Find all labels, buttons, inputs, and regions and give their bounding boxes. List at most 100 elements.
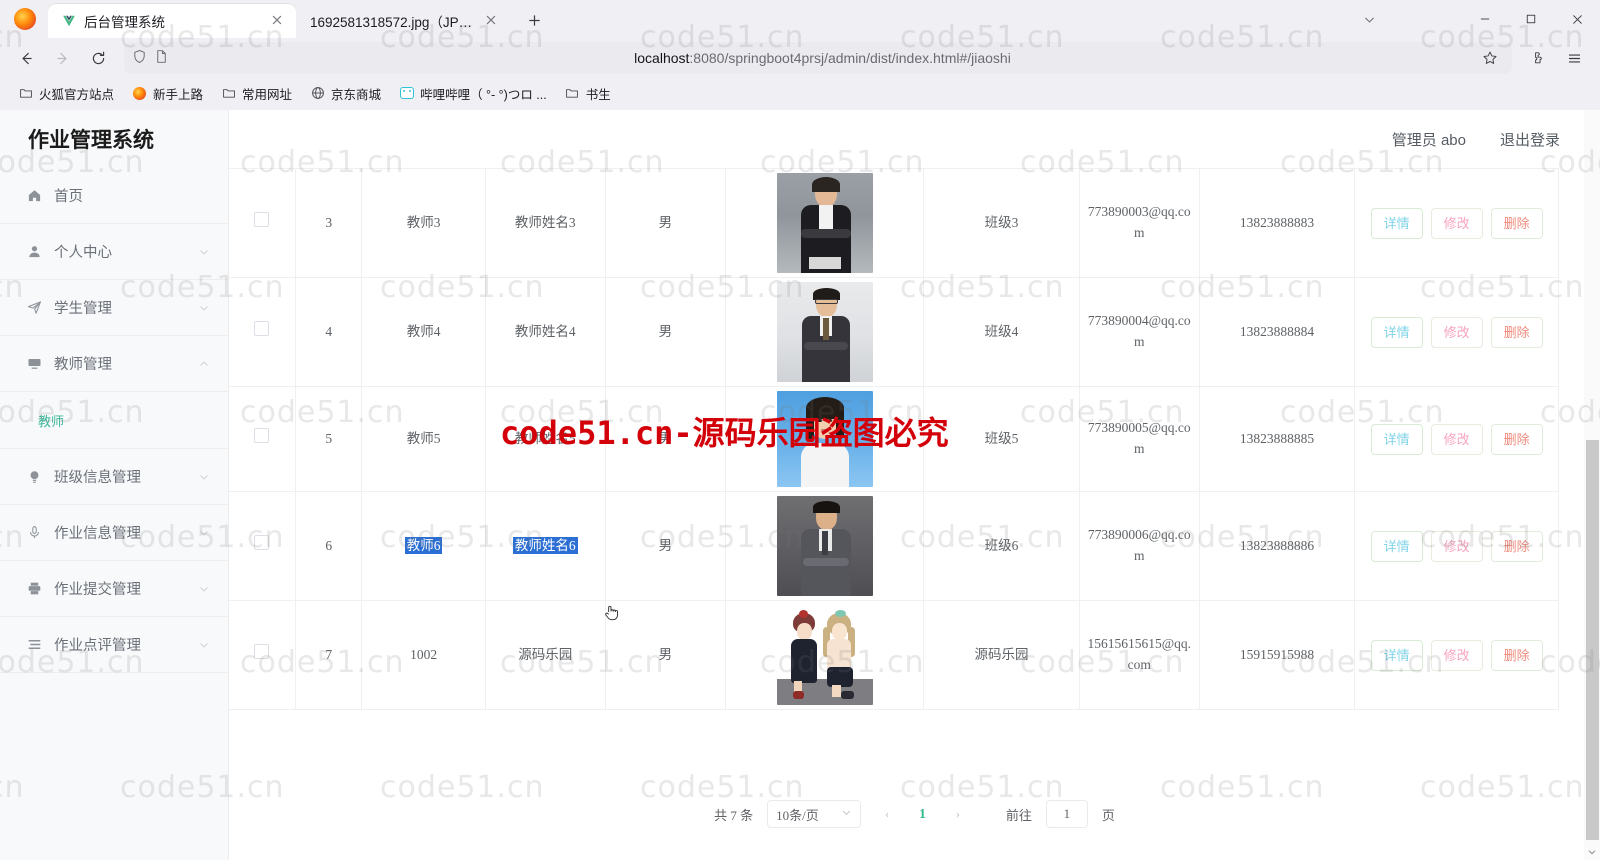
sidebar-item-homework-submit-management[interactable]: 作业提交管理 — [0, 561, 228, 617]
table-row[interactable]: 3 教师3 教师姓名3 男 班级3 773890003@qq.com 13823… — [229, 168, 1559, 278]
address-bar[interactable]: localhost:8080/springboot4prsj/admin/dis… — [124, 42, 1512, 74]
minimize-button[interactable] — [1462, 0, 1508, 38]
detail-button[interactable]: 详情 — [1370, 316, 1423, 348]
avatar-male-grey-suit-portrait — [776, 496, 873, 596]
extensions-button[interactable] — [1522, 42, 1554, 74]
url-host: localhost — [634, 50, 690, 66]
cell-photo — [725, 491, 925, 601]
bookmark-item-0[interactable]: 火狐官方站点 — [10, 81, 122, 106]
cell-photo — [725, 168, 925, 278]
cell-photo — [725, 600, 925, 710]
cell-class: 班级6 — [923, 491, 1080, 601]
page-size-select[interactable]: 10条/页 — [767, 800, 862, 828]
edit-button[interactable]: 修改 — [1430, 639, 1483, 671]
table-row[interactable]: 4 教师4 教师姓名4 男 班级4 773890004@qq.com 13823… — [229, 277, 1559, 387]
bookmark-star-icon[interactable] — [1476, 44, 1504, 72]
back-button[interactable] — [10, 42, 42, 74]
cell-gender: 男 — [605, 600, 726, 710]
row-checkbox[interactable] — [254, 644, 270, 660]
new-tab-button[interactable] — [520, 6, 548, 34]
close-window-button[interactable] — [1554, 0, 1600, 38]
sidebar-subitem-teacher[interactable]: 教师 — [0, 392, 228, 449]
sidebar-item-student-management[interactable]: 学生管理 — [0, 280, 228, 336]
edit-button[interactable]: 修改 — [1430, 530, 1483, 562]
scroll-down-button[interactable] — [1584, 843, 1600, 860]
delete-button[interactable]: 删除 — [1490, 423, 1543, 455]
cell-photo — [725, 277, 925, 387]
sidebar-item-homework-review-management[interactable]: 作业点评管理 — [0, 617, 228, 673]
edit-button[interactable]: 修改 — [1430, 207, 1483, 239]
browser-tab-2[interactable]: 1692581318572.jpg（JPEG 图像 — [296, 4, 510, 38]
row-checkbox[interactable] — [254, 212, 270, 228]
shield-icon[interactable] — [132, 49, 147, 67]
teacher-table: 3 教师3 教师姓名3 男 班级3 773890003@qq.com 13823… — [229, 168, 1559, 710]
sidebar-item-teacher-management[interactable]: 教师管理 — [0, 336, 228, 392]
app-menu-button[interactable] — [1558, 42, 1590, 74]
detail-button[interactable]: 详情 — [1370, 639, 1423, 671]
sidebar-item-label: 班级信息管理 — [54, 470, 141, 486]
edit-button[interactable]: 修改 — [1430, 423, 1483, 455]
row-checkbox[interactable] — [254, 428, 270, 444]
detail-button[interactable]: 详情 — [1370, 530, 1423, 562]
bookmark-item-1[interactable]: 新手上路 — [124, 81, 211, 106]
scrollbar-thumb[interactable] — [1586, 440, 1599, 840]
current-user-label: 管理员 abo — [1391, 131, 1466, 149]
avatar-anime-girls-illustration — [776, 605, 873, 705]
cell-actions: 详情 修改 删除 — [1354, 600, 1559, 710]
detail-button[interactable]: 详情 — [1370, 207, 1423, 239]
table-row[interactable]: 5 教师5 教师姓名5 男 班级5 773890005@qq.com 13823… — [229, 386, 1559, 492]
list-all-tabs-button[interactable] — [1346, 0, 1392, 38]
sidebar: 作业管理系统 首页 个人中心 学生管理 教师管理 教师 班级信息管理 作业信息管… — [0, 110, 229, 860]
globe-icon — [310, 86, 325, 101]
cell-class: 班级5 — [923, 386, 1080, 492]
cell-class: 班级3 — [923, 168, 1080, 278]
reload-button[interactable] — [82, 42, 114, 74]
delete-button[interactable]: 删除 — [1490, 316, 1543, 348]
table-row[interactable]: 7 1002 源码乐园 男 源码乐园 15615615615@qq.com 15… — [229, 600, 1559, 710]
cell-email: 15615615615@qq.com — [1079, 600, 1200, 710]
row-checkbox-cell[interactable] — [229, 491, 296, 601]
cell-phone: 13823888886 — [1199, 491, 1356, 601]
bookmark-item-3[interactable]: 京东商城 — [302, 81, 389, 106]
current-page-number[interactable]: 1 — [913, 806, 932, 822]
row-checkbox[interactable] — [254, 321, 270, 337]
cell-email: 773890004@qq.com — [1079, 277, 1200, 387]
sidebar-item-class-info-management[interactable]: 班级信息管理 — [0, 449, 228, 505]
goto-page-input[interactable]: 1 — [1045, 800, 1088, 828]
edit-button[interactable]: 修改 — [1430, 316, 1483, 348]
bookmark-item-4[interactable]: 哔哩哔哩（ °- °)つロ ... — [391, 81, 555, 106]
detail-button[interactable]: 详情 — [1370, 423, 1423, 455]
browser-chrome: 后台管理系统 1692581318572.jpg（JPEG 图像 — [0, 0, 1600, 110]
app-brand-title: 作业管理系统 — [28, 127, 154, 152]
row-checkbox-cell[interactable] — [229, 386, 296, 492]
logout-button[interactable]: 退出登录 — [1500, 129, 1560, 150]
delete-button[interactable]: 删除 — [1490, 207, 1543, 239]
cell-phone: 13823888885 — [1199, 386, 1356, 492]
row-checkbox-cell[interactable] — [229, 277, 296, 387]
mic-icon — [26, 525, 42, 541]
sidebar-item-homework-info-management[interactable]: 作业信息管理 — [0, 505, 228, 561]
prev-page-button[interactable]: ‹ — [875, 802, 899, 826]
table-row[interactable]: 6 教师6 教师姓名6 男 班级6 773890006@qq.com 13823… — [229, 491, 1559, 601]
forward-button[interactable] — [46, 42, 78, 74]
delete-button[interactable]: 删除 — [1490, 530, 1543, 562]
sidebar-item-home[interactable]: 首页 — [0, 168, 228, 224]
cell-account: 教师3 — [361, 168, 486, 278]
delete-button[interactable]: 删除 — [1490, 639, 1543, 671]
browser-tab-1[interactable]: 后台管理系统 — [48, 4, 296, 38]
row-checkbox-cell[interactable] — [229, 600, 296, 710]
bookmark-item-5[interactable]: 书生 — [557, 81, 619, 106]
selected-text: 教师姓名6 — [512, 536, 578, 554]
row-checkbox-cell[interactable] — [229, 168, 296, 278]
bookmark-item-2[interactable]: 常用网址 — [213, 81, 300, 106]
navigation-toolbar: localhost:8080/springboot4prsj/admin/dis… — [0, 38, 1600, 78]
close-icon[interactable] — [270, 13, 286, 29]
row-checkbox[interactable] — [254, 535, 270, 551]
next-page-button[interactable]: › — [946, 802, 970, 826]
bookmarks-bar: 火狐官方站点 新手上路 常用网址 京东商城 哔哩哔哩（ °- °)つロ ... … — [0, 78, 1600, 108]
sidebar-item-personal-center[interactable]: 个人中心 — [0, 224, 228, 280]
page-scrollbar[interactable] — [1584, 110, 1600, 860]
maximize-button[interactable] — [1508, 0, 1554, 38]
close-icon[interactable] — [484, 13, 500, 29]
chevron-down-icon — [198, 302, 210, 314]
